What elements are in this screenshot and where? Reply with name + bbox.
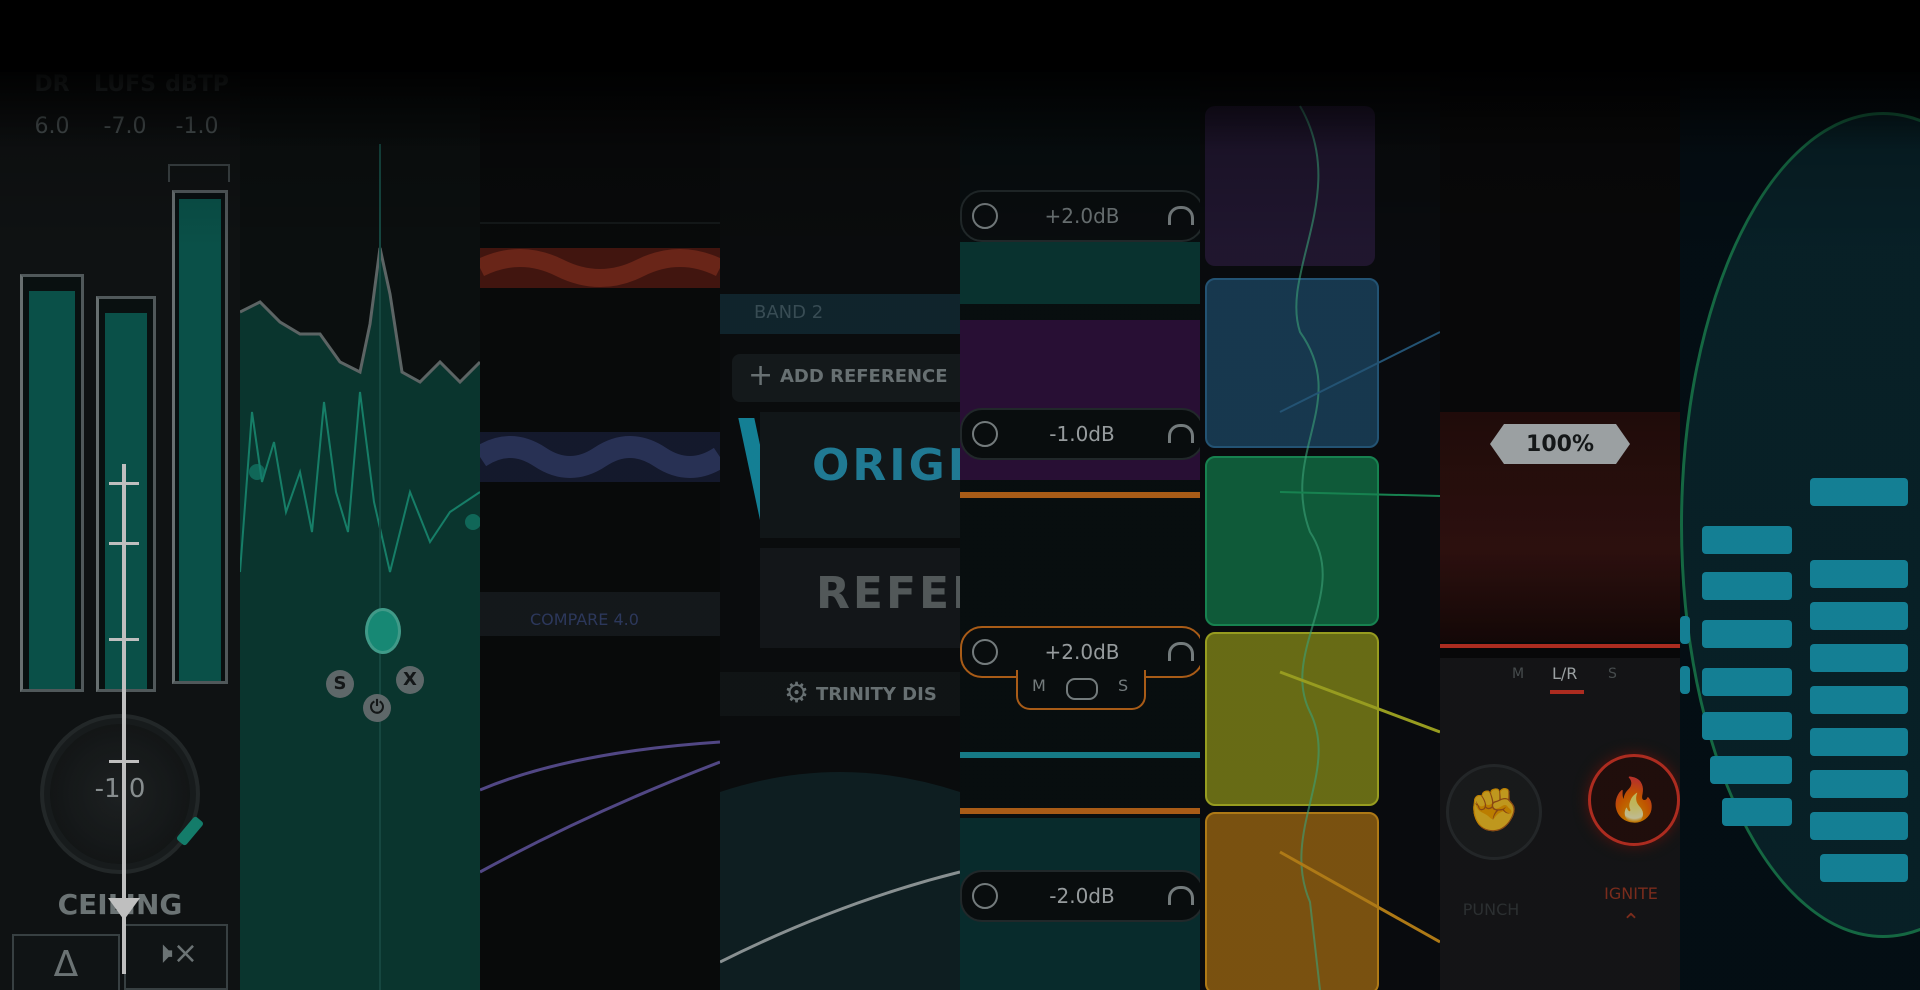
spectrum-bar (1810, 478, 1908, 506)
band-divider[interactable] (960, 492, 1200, 498)
knob-indicator (175, 815, 205, 847)
reference-panel: BAND 2 ADD REFERENCE + ORIGIN REFERE TRI… (720, 72, 960, 990)
mode-indicator (1550, 690, 1584, 694)
reference-curves (720, 772, 960, 990)
delta-icon: Δ (53, 944, 79, 985)
punch-label: PUNCH (1462, 900, 1520, 919)
dr-label: DR (34, 72, 70, 97)
lufs-label: LUFS (94, 72, 156, 97)
power-icon[interactable]: ⏻ (363, 694, 391, 722)
ignite-button[interactable]: 🔥 (1588, 754, 1680, 846)
mode-lr[interactable]: L/R (1552, 664, 1577, 683)
spectrum-bar (1810, 728, 1908, 756)
mode-m[interactable]: M (1512, 666, 1524, 682)
spectrum-bar (1702, 620, 1792, 648)
eq-graph (240, 144, 480, 990)
band-2-gain[interactable]: -1.0dB (960, 408, 1200, 460)
spectrum-bar (1702, 712, 1792, 740)
spectrum-bar (1810, 812, 1908, 840)
slider-tick (109, 482, 139, 485)
lufs-meter (96, 296, 156, 692)
spectrum-bar (1702, 526, 1792, 554)
band-divider[interactable] (960, 752, 1200, 758)
chevron-up-icon[interactable]: ⌃ (1616, 910, 1646, 935)
headphones-icon[interactable] (1168, 206, 1194, 225)
eq-node[interactable] (365, 608, 401, 654)
spectrum-bar (1810, 686, 1908, 714)
ceiling-knob[interactable]: -1.0 (50, 724, 205, 864)
speaker-mute-icon: 🕨× (153, 936, 199, 971)
spectrum-bar (1680, 666, 1690, 694)
punch-button[interactable]: ✊ (1446, 764, 1542, 860)
slider-tick (109, 638, 139, 641)
spectrum-bar (1702, 572, 1792, 600)
mute-button[interactable]: 🕨× (124, 924, 228, 990)
close-button[interactable]: X (396, 666, 424, 694)
spectrum-bar (1810, 602, 1908, 630)
eq-panel: S X ⏻ (240, 72, 480, 990)
spectrum-bar (1702, 668, 1792, 696)
slider-arrow-icon[interactable] (108, 898, 140, 920)
compare-label[interactable]: COMPARE 4.0 (530, 610, 639, 629)
fist-icon: ✊ (1467, 785, 1521, 834)
spectrum-bar (1810, 770, 1908, 798)
power-icon[interactable] (972, 203, 998, 229)
knob-value: -1.0 (94, 774, 146, 804)
spectrum-bar (1810, 644, 1908, 672)
dbtp-meter (172, 190, 228, 684)
band-curves (1279, 105, 1440, 990)
band-divider[interactable] (960, 808, 1200, 814)
power-icon[interactable] (972, 639, 998, 665)
dr-meter (20, 274, 84, 692)
ignite-line (1440, 644, 1680, 648)
power-icon[interactable] (972, 883, 998, 909)
spectrum-bar (1710, 756, 1792, 784)
spectrum-panel (1680, 72, 1920, 990)
dr-value: 6.0 (34, 114, 70, 139)
plugin-collage: DR LUFS dBTP 6.0 -7.0 -1.0 -1.0 CEILING … (0, 0, 1920, 990)
headphones-icon[interactable] (1168, 886, 1194, 905)
waveform-panel: COMPARE 4.0 (480, 72, 720, 990)
mid-side-toggle[interactable]: M S (1016, 670, 1146, 710)
flame-icon: 🔥 (1607, 775, 1661, 824)
toggle-icon (1066, 678, 1098, 700)
amount-display[interactable]: 100% (1490, 424, 1630, 464)
ignite-panel: 100% M L/R S ✊ PUNCH 🔥 IGNITE ⌃ (1440, 72, 1680, 990)
waveform-graph (480, 222, 720, 874)
solo-button[interactable]: S (326, 670, 354, 698)
mode-s[interactable]: S (1608, 666, 1617, 682)
delta-button[interactable]: Δ (12, 934, 120, 990)
bands-panel: +2.0dB -1.0dB +2.0dB M S -2.0dB (960, 72, 1200, 990)
spectrum-bar (1810, 560, 1908, 588)
peak-bracket (168, 164, 230, 182)
power-icon[interactable] (972, 421, 998, 447)
dbtp-label: dBTP (165, 72, 229, 97)
color-bands-panel (1200, 72, 1440, 990)
slider-tick (109, 760, 139, 763)
spectrum-bar (1820, 854, 1908, 882)
dbtp-value: -1.0 (175, 114, 219, 139)
headphones-icon[interactable] (1168, 642, 1194, 661)
meter-panel: DR LUFS dBTP 6.0 -7.0 -1.0 -1.0 CEILING … (0, 72, 240, 990)
lufs-value: -7.0 (103, 114, 147, 139)
spectrum-bar (1722, 798, 1792, 826)
headphones-icon[interactable] (1168, 424, 1194, 443)
band-1-gain[interactable]: +2.0dB (960, 190, 1200, 242)
slider-tick (109, 542, 139, 545)
spectrum-bar (1680, 616, 1690, 644)
band-4-gain[interactable]: -2.0dB (960, 870, 1200, 922)
band-fill (960, 242, 1200, 304)
ignite-label: IGNITE (1604, 884, 1658, 903)
